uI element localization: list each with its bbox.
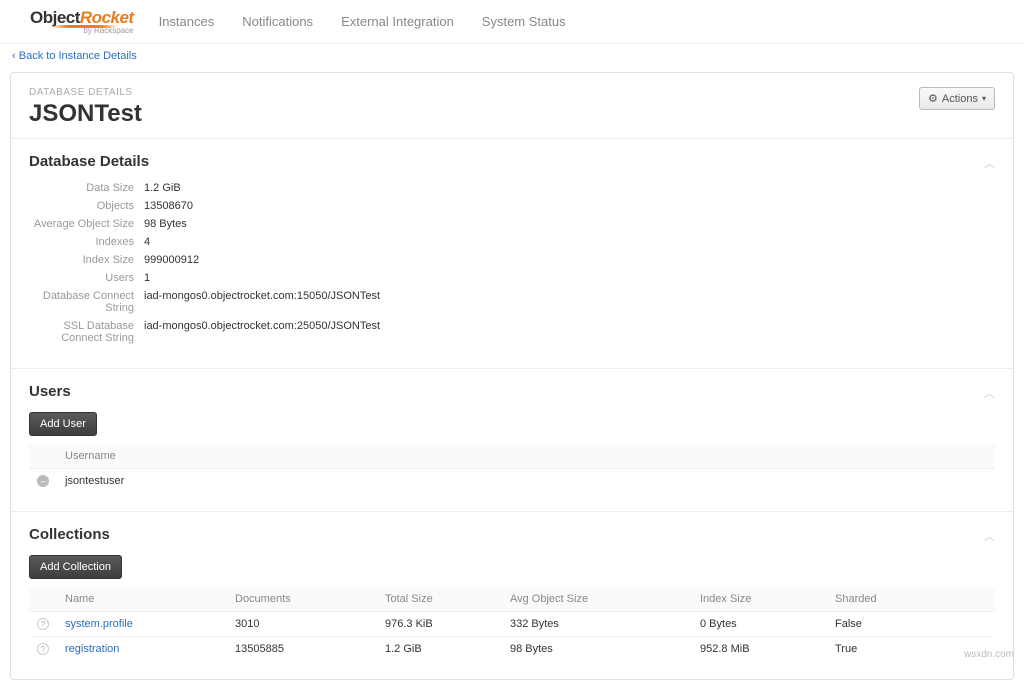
- cell-total: 1.2 GiB: [377, 637, 502, 662]
- details-panel: ︿ Database Details Data Size1.2 GiB Obje…: [11, 138, 1013, 368]
- back-to-instance-link[interactable]: Back to Instance Details: [19, 50, 137, 62]
- collections-col-name: Name: [57, 587, 227, 612]
- label-conn: Database Connect String: [29, 290, 144, 314]
- collection-link[interactable]: system.profile: [65, 618, 133, 630]
- top-nav-bar: ObjectRocket by Rackspace Instances Noti…: [0, 0, 1024, 44]
- collections-panel: ︿ Collections Add Collection Name Docume…: [11, 511, 1013, 679]
- main-card: DATABASE DETAILS JSONTest ⚙ Actions ▾ ︿ …: [10, 72, 1014, 680]
- collections-col-icon: [29, 587, 57, 612]
- users-col-username: Username: [57, 444, 995, 469]
- table-row: ? registration 13505885 1.2 GiB 98 Bytes…: [29, 637, 995, 662]
- label-ssl-conn: SSL Database Connect String: [29, 320, 144, 344]
- users-panel: ︿ Users Add User Username – jsontestuser: [11, 368, 1013, 511]
- users-heading: Users: [29, 383, 995, 400]
- label-data-size: Data Size: [29, 182, 144, 194]
- watermark: wsxdn.com: [964, 649, 1014, 660]
- cell-sharded: False: [827, 612, 995, 637]
- collapse-details-icon[interactable]: ︿: [984, 155, 995, 171]
- backlink-bar: ‹ Back to Instance Details: [0, 44, 1024, 68]
- table-row: ? system.profile 3010 976.3 KiB 332 Byte…: [29, 612, 995, 637]
- help-icon[interactable]: ?: [37, 618, 49, 630]
- collections-table: Name Documents Total Size Avg Object Siz…: [29, 587, 995, 661]
- label-indexes: Indexes: [29, 236, 144, 248]
- user-username: jsontestuser: [57, 469, 995, 494]
- cell-idx: 952.8 MiB: [692, 637, 827, 662]
- collections-col-total: Total Size: [377, 587, 502, 612]
- cell-total: 976.3 KiB: [377, 612, 502, 637]
- label-avg-obj: Average Object Size: [29, 218, 144, 230]
- breadcrumb: DATABASE DETAILS: [29, 87, 142, 98]
- value-ssl-conn: iad-mongos0.objectrocket.com:25050/JSONT…: [144, 320, 995, 344]
- collapse-users-icon[interactable]: ︿: [984, 385, 995, 401]
- label-objects: Objects: [29, 200, 144, 212]
- cell-docs: 13505885: [227, 637, 377, 662]
- gear-icon: ⚙: [928, 92, 938, 105]
- table-row: – jsontestuser: [29, 469, 995, 494]
- cell-avg: 98 Bytes: [502, 637, 692, 662]
- chevron-down-icon: ▾: [982, 94, 986, 103]
- collections-heading: Collections: [29, 526, 995, 543]
- add-user-button[interactable]: Add User: [29, 412, 97, 436]
- collection-link[interactable]: registration: [65, 643, 119, 655]
- page-title: JSONTest: [29, 100, 142, 128]
- cell-docs: 3010: [227, 612, 377, 637]
- nav-system-status[interactable]: System Status: [482, 14, 566, 29]
- title-bar: DATABASE DETAILS JSONTest ⚙ Actions ▾: [11, 73, 1013, 138]
- value-index-size: 999000912: [144, 254, 995, 266]
- collections-col-idx: Index Size: [692, 587, 827, 612]
- value-indexes: 4: [144, 236, 995, 248]
- cell-idx: 0 Bytes: [692, 612, 827, 637]
- actions-label: Actions: [942, 93, 978, 105]
- users-col-icon: [29, 444, 57, 469]
- value-conn: iad-mongos0.objectrocket.com:15050/JSONT…: [144, 290, 995, 314]
- add-collection-button[interactable]: Add Collection: [29, 555, 122, 579]
- collections-col-sharded: Sharded: [827, 587, 995, 612]
- nav-external-integration[interactable]: External Integration: [341, 14, 454, 29]
- brand-logo[interactable]: ObjectRocket by Rackspace: [30, 8, 134, 35]
- label-index-size: Index Size: [29, 254, 144, 266]
- help-icon[interactable]: ?: [37, 643, 49, 655]
- users-table: Username – jsontestuser: [29, 444, 995, 493]
- actions-dropdown[interactable]: ⚙ Actions ▾: [919, 87, 995, 110]
- collapse-collections-icon[interactable]: ︿: [984, 528, 995, 544]
- value-objects: 13508670: [144, 200, 995, 212]
- primary-nav: Instances Notifications External Integra…: [159, 14, 566, 29]
- value-avg-obj: 98 Bytes: [144, 218, 995, 230]
- cell-avg: 332 Bytes: [502, 612, 692, 637]
- chevron-left-icon: ‹: [12, 50, 16, 62]
- value-users: 1: [144, 272, 995, 284]
- value-data-size: 1.2 GiB: [144, 182, 995, 194]
- remove-user-icon[interactable]: –: [37, 475, 49, 487]
- details-heading: Database Details: [29, 153, 995, 170]
- nav-instances[interactable]: Instances: [159, 14, 215, 29]
- collections-col-docs: Documents: [227, 587, 377, 612]
- brand-byline: by Rackspace: [30, 26, 134, 35]
- nav-notifications[interactable]: Notifications: [242, 14, 313, 29]
- collections-col-avg: Avg Object Size: [502, 587, 692, 612]
- label-users: Users: [29, 272, 144, 284]
